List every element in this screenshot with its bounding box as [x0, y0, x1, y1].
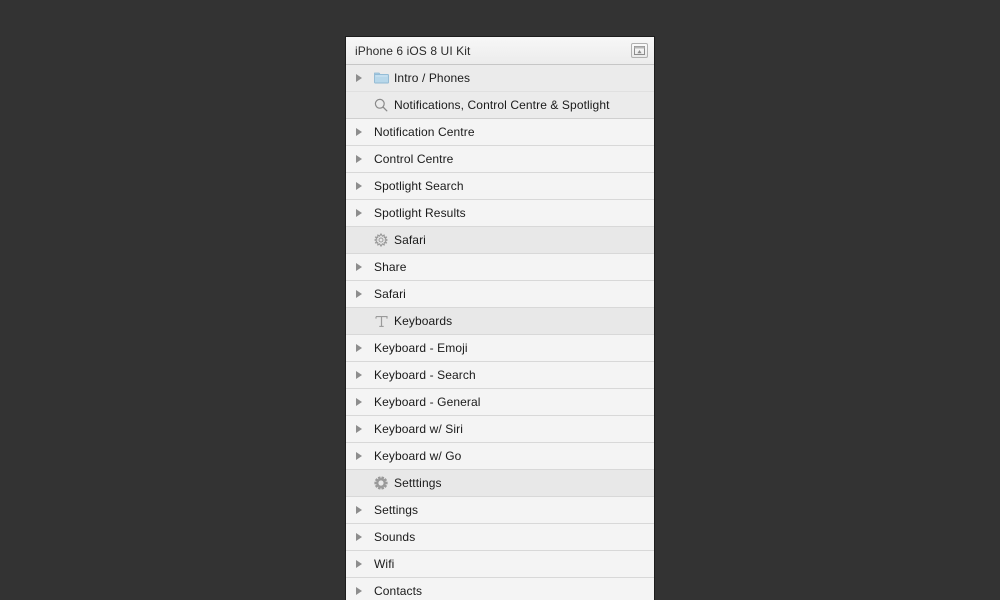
- list-item[interactable]: Safari: [346, 227, 654, 254]
- disclosure-triangle-icon[interactable]: [356, 290, 370, 298]
- list-item-label: Settings: [374, 503, 419, 517]
- list-item-label: Keyboard - Search: [374, 368, 476, 382]
- list-item[interactable]: Spotlight Results: [346, 200, 654, 227]
- list-item-label: Keyboards: [394, 314, 453, 328]
- disclosure-triangle-icon[interactable]: [356, 209, 370, 217]
- list-item-label: Share: [374, 260, 407, 274]
- pages-list[interactable]: Intro / Phones Notifications, Control Cen…: [346, 65, 654, 600]
- chevron-right-icon: [356, 74, 362, 82]
- disclosure-triangle-icon[interactable]: [356, 128, 370, 136]
- list-item-label: Keyboard - Emoji: [374, 341, 468, 355]
- list-item[interactable]: Setttings: [346, 470, 654, 497]
- search-icon: [370, 96, 392, 114]
- chevron-right-icon: [356, 209, 362, 217]
- list-item[interactable]: Share: [346, 254, 654, 281]
- list-item-label: Keyboard - General: [374, 395, 481, 409]
- list-item-label: Safari: [394, 233, 426, 247]
- list-item[interactable]: Notifications, Control Centre & Spotligh…: [346, 92, 654, 119]
- chevron-right-icon: [356, 155, 362, 163]
- chevron-right-icon: [356, 587, 362, 595]
- folder-icon: [370, 69, 392, 87]
- list-item-label: Contacts: [374, 584, 423, 598]
- chevron-right-icon: [356, 290, 362, 298]
- chevron-right-icon: [356, 425, 362, 433]
- list-item-label: Sounds: [374, 530, 416, 544]
- chevron-right-icon: [356, 263, 362, 271]
- disclosure-triangle-icon[interactable]: [356, 182, 370, 190]
- panel-collapse-button[interactable]: [631, 43, 648, 58]
- list-item[interactable]: Contacts: [346, 578, 654, 600]
- chevron-right-icon: [356, 452, 362, 460]
- compass-icon: [370, 231, 392, 249]
- chevron-right-icon: [356, 506, 362, 514]
- gear-icon: [370, 474, 392, 492]
- list-item[interactable]: Notification Centre: [346, 119, 654, 146]
- list-item-label: Control Centre: [374, 152, 454, 166]
- app-root: iPhone 6 iOS 8 UI Kit Intro / Phones Noti…: [0, 0, 1000, 600]
- list-item[interactable]: Keyboard - General: [346, 389, 654, 416]
- list-item[interactable]: Keyboards: [346, 308, 654, 335]
- text-type-icon: [370, 312, 392, 330]
- disclosure-triangle-icon[interactable]: [356, 263, 370, 271]
- disclosure-triangle-icon[interactable]: [356, 452, 370, 460]
- chevron-right-icon: [356, 533, 362, 541]
- disclosure-triangle-icon[interactable]: [356, 425, 370, 433]
- list-item-label: Spotlight Search: [374, 179, 464, 193]
- list-item[interactable]: Keyboard - Search: [346, 362, 654, 389]
- list-item[interactable]: Sounds: [346, 524, 654, 551]
- disclosure-triangle-icon[interactable]: [356, 74, 370, 82]
- panel-header: iPhone 6 iOS 8 UI Kit: [346, 37, 654, 65]
- list-item-label: Spotlight Results: [374, 206, 466, 220]
- list-item-label: Notifications, Control Centre & Spotligh…: [394, 98, 610, 112]
- list-item-label: Setttings: [394, 476, 442, 490]
- chevron-right-icon: [356, 560, 362, 568]
- chevron-right-icon: [356, 371, 362, 379]
- disclosure-triangle-icon[interactable]: [356, 587, 370, 595]
- list-item-label: Safari: [374, 287, 406, 301]
- list-item[interactable]: Spotlight Search: [346, 173, 654, 200]
- list-item[interactable]: Keyboard w/ Siri: [346, 416, 654, 443]
- list-item-label: Wifi: [374, 557, 395, 571]
- chevron-right-icon: [356, 344, 362, 352]
- list-item[interactable]: Keyboard w/ Go: [346, 443, 654, 470]
- page-title: iPhone 6 iOS 8 UI Kit: [355, 44, 471, 57]
- list-item-label: Keyboard w/ Go: [374, 449, 462, 463]
- disclosure-triangle-icon[interactable]: [356, 155, 370, 163]
- disclosure-triangle-icon[interactable]: [356, 398, 370, 406]
- list-item[interactable]: Wifi: [346, 551, 654, 578]
- list-item-label: Keyboard w/ Siri: [374, 422, 463, 436]
- chevron-right-icon: [356, 128, 362, 136]
- list-item[interactable]: Safari: [346, 281, 654, 308]
- list-item-label: Intro / Phones: [394, 71, 471, 85]
- list-item[interactable]: Intro / Phones: [346, 65, 654, 92]
- list-item-label: Notification Centre: [374, 125, 475, 139]
- chevron-right-icon: [356, 398, 362, 406]
- pages-panel: iPhone 6 iOS 8 UI Kit Intro / Phones Noti…: [345, 36, 655, 600]
- disclosure-triangle-icon[interactable]: [356, 560, 370, 568]
- disclosure-triangle-icon[interactable]: [356, 506, 370, 514]
- list-item[interactable]: Keyboard - Emoji: [346, 335, 654, 362]
- list-item[interactable]: Control Centre: [346, 146, 654, 173]
- chevron-right-icon: [356, 182, 362, 190]
- disclosure-triangle-icon[interactable]: [356, 344, 370, 352]
- list-item[interactable]: Settings: [346, 497, 654, 524]
- window-collapse-icon: [634, 46, 645, 55]
- disclosure-triangle-icon[interactable]: [356, 371, 370, 379]
- disclosure-triangle-icon[interactable]: [356, 533, 370, 541]
